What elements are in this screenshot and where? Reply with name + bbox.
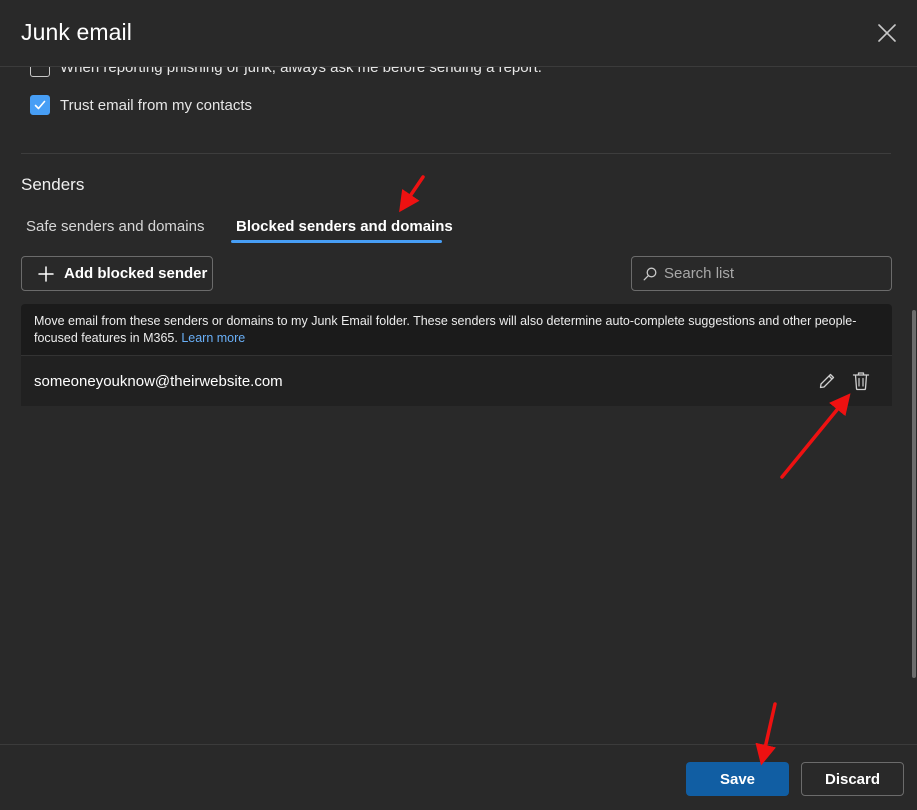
dialog-title: Junk email	[21, 19, 132, 45]
dialog-body[interactable]: When reporting phishing or junk, always …	[0, 66, 917, 744]
section-divider	[21, 153, 891, 154]
save-button[interactable]: Save	[686, 762, 789, 796]
edit-button[interactable]	[818, 372, 836, 390]
scrollbar[interactable]	[912, 310, 916, 678]
discard-button[interactable]: Discard	[801, 762, 904, 796]
delete-button[interactable]	[852, 371, 870, 391]
close-button[interactable]	[876, 22, 898, 44]
list-item[interactable]: someoneyouknow@theirwebsite.com	[21, 355, 892, 406]
trust-contacts-label: Trust email from my contacts	[60, 96, 252, 114]
trust-contacts-checkbox[interactable]	[30, 95, 50, 115]
edit-icon	[819, 373, 835, 389]
ask-before-report-option[interactable]: When reporting phishing or junk, always …	[30, 66, 542, 77]
learn-more-link[interactable]: Learn more	[181, 331, 245, 345]
checkmark-icon	[34, 100, 46, 110]
plus-icon	[38, 265, 54, 282]
sender-address: someoneyouknow@theirwebsite.com	[34, 372, 283, 390]
delete-icon	[852, 372, 870, 391]
active-tab-indicator	[231, 240, 442, 243]
dialog-header: Junk email	[0, 0, 917, 67]
ask-before-report-checkbox[interactable]	[30, 66, 50, 77]
tab-safe-senders[interactable]: Safe senders and domains	[26, 218, 204, 235]
info-text: Move email from these senders or domains…	[34, 314, 857, 345]
search-icon	[643, 267, 657, 281]
search-box[interactable]	[631, 256, 892, 291]
footer-divider	[0, 744, 917, 745]
add-blocked-sender-button[interactable]: Add blocked sender	[21, 256, 213, 291]
trust-contacts-option[interactable]: Trust email from my contacts	[30, 95, 252, 115]
close-icon	[878, 24, 896, 42]
info-message: Move email from these senders or domains…	[21, 304, 892, 355]
search-input[interactable]	[664, 265, 864, 282]
senders-heading: Senders	[21, 175, 85, 194]
add-blocked-sender-label: Add blocked sender	[64, 265, 208, 282]
tab-blocked-senders[interactable]: Blocked senders and domains	[236, 218, 453, 235]
ask-before-report-label: When reporting phishing or junk, always …	[60, 66, 542, 76]
